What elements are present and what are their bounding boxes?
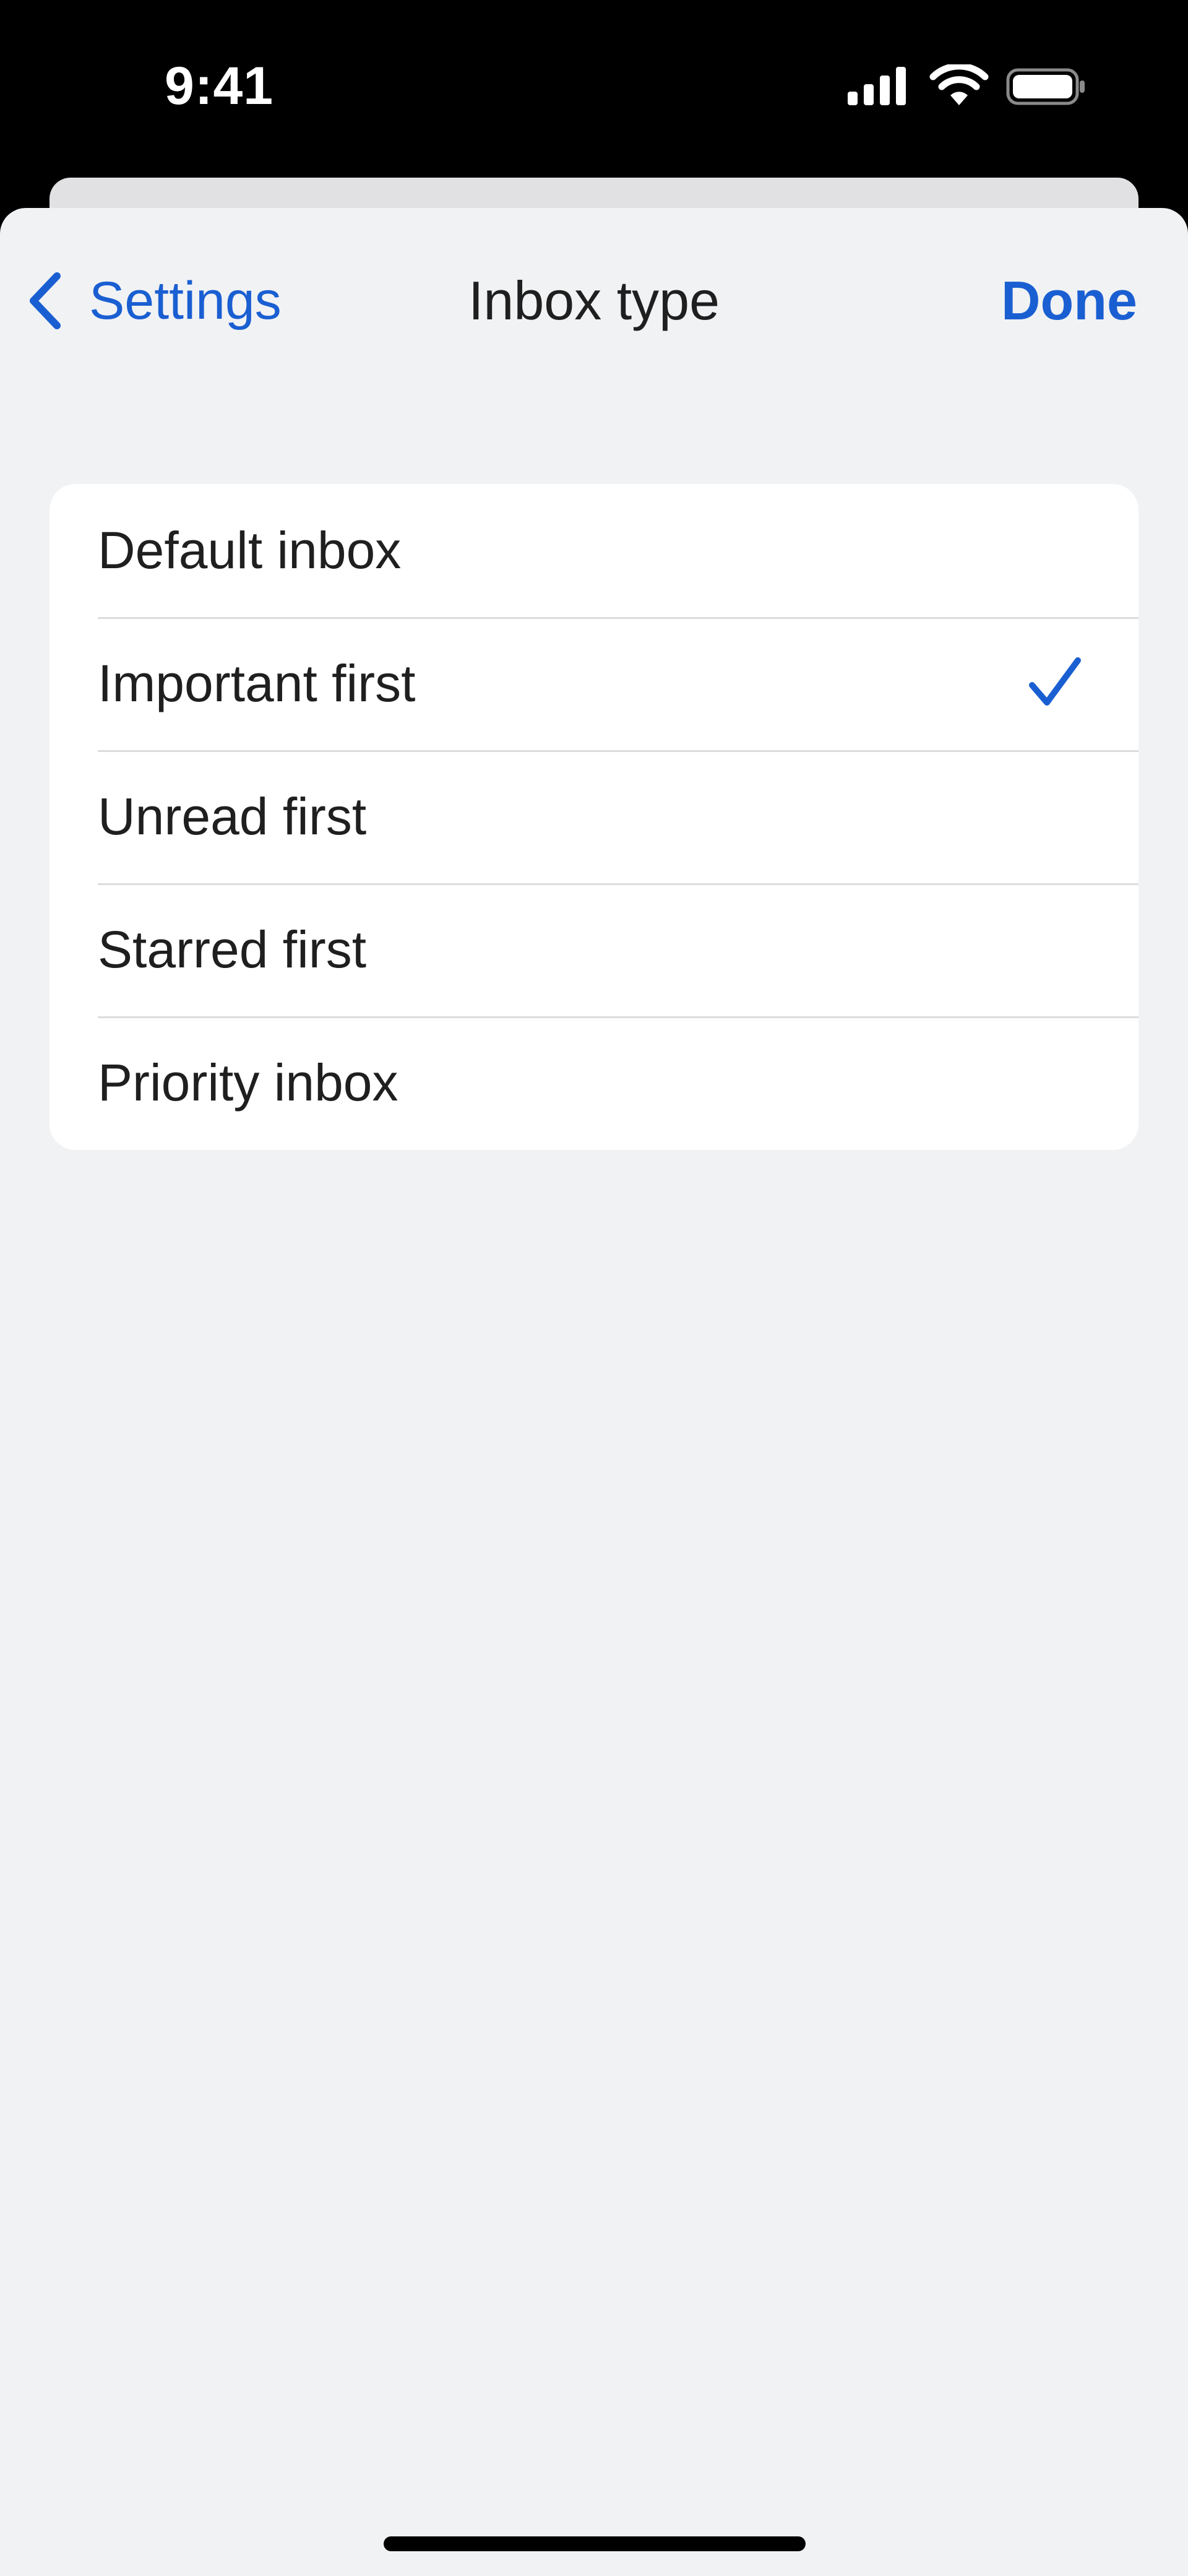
battery-icon [1006, 68, 1087, 105]
back-button-label: Settings [89, 270, 282, 331]
option-priority-inbox[interactable]: Priority inbox [50, 1016, 1138, 1149]
option-label: Starred first [98, 920, 367, 979]
status-icons [848, 63, 1095, 114]
cellular-signal-icon [848, 64, 910, 108]
option-default-inbox[interactable]: Default inbox [50, 484, 1138, 617]
option-label: Default inbox [98, 521, 402, 579]
home-indicator[interactable] [384, 2536, 806, 2551]
option-label: Priority inbox [98, 1053, 398, 1112]
option-label: Unread first [98, 787, 367, 845]
status-time: 9:41 [165, 56, 274, 116]
back-button[interactable]: Settings [24, 264, 282, 338]
option-starred-first[interactable]: Starred first [50, 883, 1138, 1016]
status-bar: 9:41 [0, 0, 1188, 179]
done-button[interactable]: Done [1001, 264, 1137, 338]
chevron-left-icon [24, 270, 67, 332]
wifi-icon [928, 63, 990, 108]
option-important-first[interactable]: Important first [50, 617, 1138, 750]
option-unread-first[interactable]: Unread first [50, 750, 1138, 883]
inbox-type-options: Default inbox Important first Unread fir… [50, 484, 1138, 1150]
inbox-type-sheet: Settings Inbox type Done Default inbox I… [0, 208, 1188, 2576]
checkmark-icon [1027, 655, 1083, 711]
option-label: Important first [98, 654, 416, 712]
